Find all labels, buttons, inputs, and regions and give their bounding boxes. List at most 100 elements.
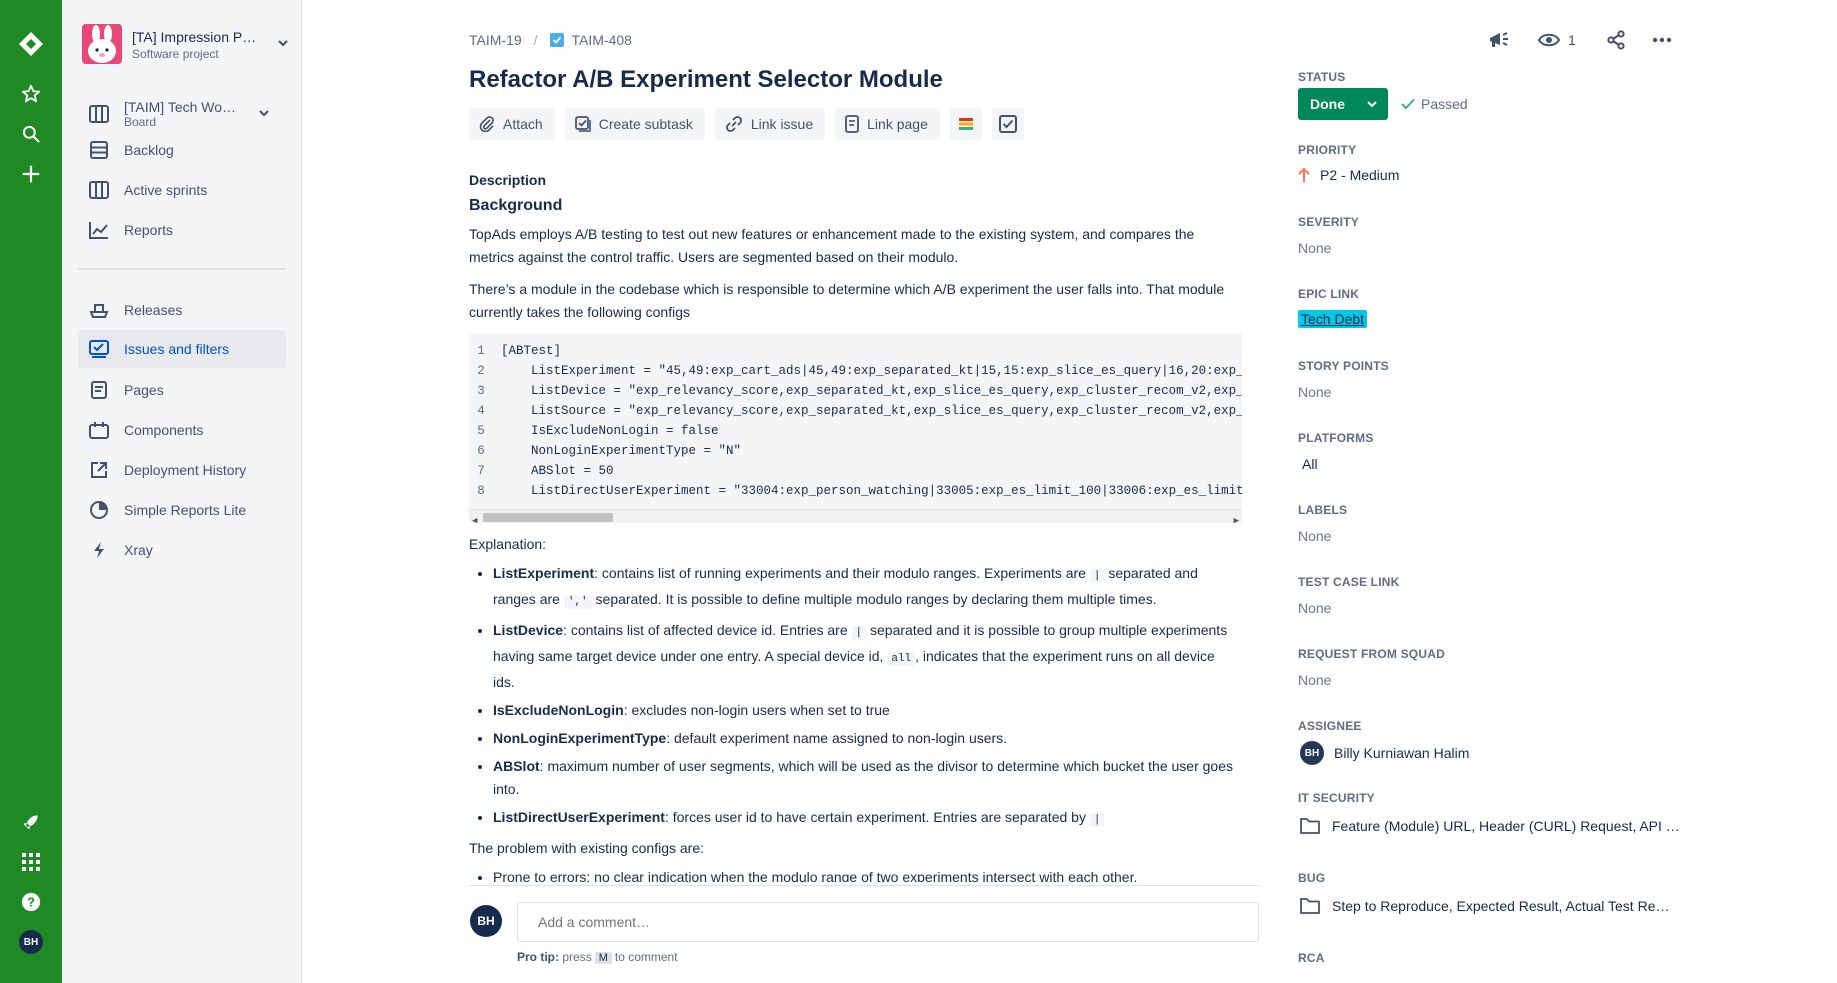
project-header[interactable]: [TA] Impression Performance Software pro…: [82, 24, 288, 68]
issue-toolbar: Attach Create subtask Link issue Link pa…: [469, 108, 1024, 140]
share-icon[interactable]: [1606, 30, 1626, 50]
search-icon[interactable]: [15, 118, 47, 150]
epic-link-value[interactable]: Tech Debt: [1298, 310, 1368, 328]
watch-icon[interactable]: [1538, 32, 1560, 48]
description-body[interactable]: Background TopAds employs A/B testing to…: [469, 192, 1259, 882]
description-label: Description: [469, 172, 547, 188]
user-avatar[interactable]: BH: [15, 926, 47, 958]
epic-link-label: EPIC LINK: [1298, 287, 1360, 301]
sidebar-item-releases[interactable]: Releases: [78, 291, 286, 329]
request-from-squad-value[interactable]: None: [1298, 672, 1331, 688]
sidebar-item-simple-reports-lite[interactable]: Simple Reports Lite: [78, 491, 286, 529]
scroll-right-icon[interactable]: ▶: [1234, 511, 1239, 523]
scrollbar-thumb[interactable]: [483, 513, 613, 522]
priority-label: PRIORITY: [1298, 143, 1357, 157]
shortcut-key: M: [594, 952, 612, 964]
comment-divider: [469, 885, 1259, 886]
sidebar-item-active-sprints[interactable]: Active sprints: [78, 171, 286, 209]
sidebar-item-board[interactable]: [TAIM] Tech Workflow Board: [78, 92, 286, 136]
paperclip-icon: [479, 116, 495, 132]
description-paragraph: TopAds employs A/B testing to test out n…: [469, 226, 1195, 265]
comment-input[interactable]: [517, 902, 1259, 942]
it-security-value[interactable]: Feature (Module) URL, Header (CURL) Requ…: [1300, 817, 1680, 834]
list-item: ListDirectUserExperiment: forces user id…: [493, 806, 1239, 832]
description-heading: Background: [469, 197, 563, 214]
breadcrumb-separator: /: [533, 32, 538, 48]
pages-icon: [88, 379, 110, 401]
code-block[interactable]: 1 2 3 4 5 6 7 8 [ABTest] ListExperiment …: [469, 333, 1242, 523]
sidebar-item-xray[interactable]: Xray: [78, 531, 286, 569]
watchers-count: 1: [1568, 32, 1576, 48]
link-page-button[interactable]: Link page: [835, 108, 940, 140]
deployment-icon: [88, 459, 110, 481]
checklist-button[interactable]: [991, 108, 1024, 140]
sidebar-item-backlog[interactable]: Backlog: [78, 131, 286, 169]
jira-logo-icon[interactable]: [15, 28, 47, 60]
app-switcher-icon[interactable]: [15, 846, 47, 878]
test-case-link-value[interactable]: None: [1298, 600, 1331, 616]
attach-button[interactable]: Attach: [469, 108, 555, 140]
problem-list: Prone to errors: no clear indication whe…: [469, 866, 1239, 882]
breadcrumb-current[interactable]: TAIM-408: [572, 32, 632, 48]
labels-value[interactable]: None: [1298, 528, 1331, 544]
more-icon[interactable]: [1652, 37, 1672, 43]
create-icon[interactable]: [15, 158, 47, 190]
story-points-label: STORY POINTS: [1298, 359, 1389, 373]
project-type: Software project: [132, 47, 219, 61]
board-name: [TAIM] Tech Workflow: [124, 99, 239, 115]
sidebar-item-deployment-history[interactable]: Deployment History: [78, 451, 286, 489]
code-line-numbers: 1 2 3 4 5 6 7 8: [477, 344, 485, 498]
bug-value[interactable]: Step to Reproduce, Expected Result, Actu…: [1300, 897, 1669, 914]
folder-icon: [1300, 818, 1320, 834]
project-avatar: [82, 24, 122, 64]
create-subtask-button[interactable]: Create subtask: [564, 108, 705, 140]
breadcrumb-parent[interactable]: TAIM-19: [469, 32, 522, 48]
issue-title[interactable]: Refactor A/B Experiment Selector Module: [469, 66, 943, 94]
priority-value[interactable]: P2 - Medium: [1298, 167, 1399, 183]
chevron-down-icon[interactable]: [277, 36, 289, 52]
sidebar-item-reports[interactable]: Reports: [78, 211, 286, 249]
pie-icon: [88, 499, 110, 521]
folder-icon: [1300, 898, 1320, 914]
issues-icon: [88, 338, 110, 360]
list-item: ListDevice: contains list of affected de…: [493, 619, 1239, 694]
explanation-label: Explanation:: [469, 536, 547, 552]
traffic-light-button[interactable]: [949, 108, 982, 140]
sidebar-item-pages[interactable]: Pages: [78, 371, 286, 409]
rca-label: RCA: [1298, 951, 1325, 965]
checkbox-icon: [998, 115, 1017, 133]
project-name: [TA] Impression Performance: [132, 29, 257, 45]
backlog-icon: [88, 139, 110, 161]
help-icon[interactable]: ?: [15, 886, 47, 918]
code-scrollbar[interactable]: ◀ ▶: [469, 509, 1242, 523]
rocket-icon[interactable]: [15, 806, 47, 838]
chevron-down-icon[interactable]: [258, 106, 270, 122]
assignee-value[interactable]: Billy Kurniawan Halim: [1334, 745, 1469, 761]
severity-label: SEVERITY: [1298, 215, 1359, 229]
global-rail: ? BH: [0, 0, 62, 983]
board-icon: [88, 103, 110, 125]
feedback-icon[interactable]: [1488, 30, 1510, 50]
sidebar-item-issues-and-filters[interactable]: Issues and filters: [78, 330, 286, 368]
releases-icon: [88, 299, 110, 321]
issue-actions: 1: [1488, 30, 1672, 50]
scroll-left-icon[interactable]: ◀: [472, 511, 477, 523]
description-paragraph: There’s a module in the codebase which i…: [469, 281, 1225, 320]
status-dropdown[interactable]: Done: [1298, 88, 1388, 120]
severity-value[interactable]: None: [1298, 240, 1331, 256]
link-issue-button[interactable]: Link issue: [714, 108, 826, 140]
status-label: STATUS: [1298, 70, 1346, 84]
check-icon: [1401, 98, 1415, 110]
list-item: NonLoginExperimentType: default experime…: [493, 727, 1239, 750]
list-item: ABSlot: maximum number of user segments,…: [493, 755, 1239, 801]
platforms-value[interactable]: All: [1302, 456, 1318, 472]
bug-label: BUG: [1298, 871, 1326, 885]
assignee-avatar: BH: [1300, 741, 1324, 765]
project-sidebar: [TA] Impression Performance Software pro…: [62, 0, 302, 983]
traffic-light-icon: [958, 118, 973, 130]
story-points-value[interactable]: None: [1298, 384, 1331, 400]
resolution-passed: Passed: [1401, 96, 1468, 112]
explanation-list: ListExperiment: contains list of running…: [469, 562, 1239, 832]
sidebar-item-components[interactable]: Components: [78, 411, 286, 449]
starred-icon[interactable]: [15, 78, 47, 110]
